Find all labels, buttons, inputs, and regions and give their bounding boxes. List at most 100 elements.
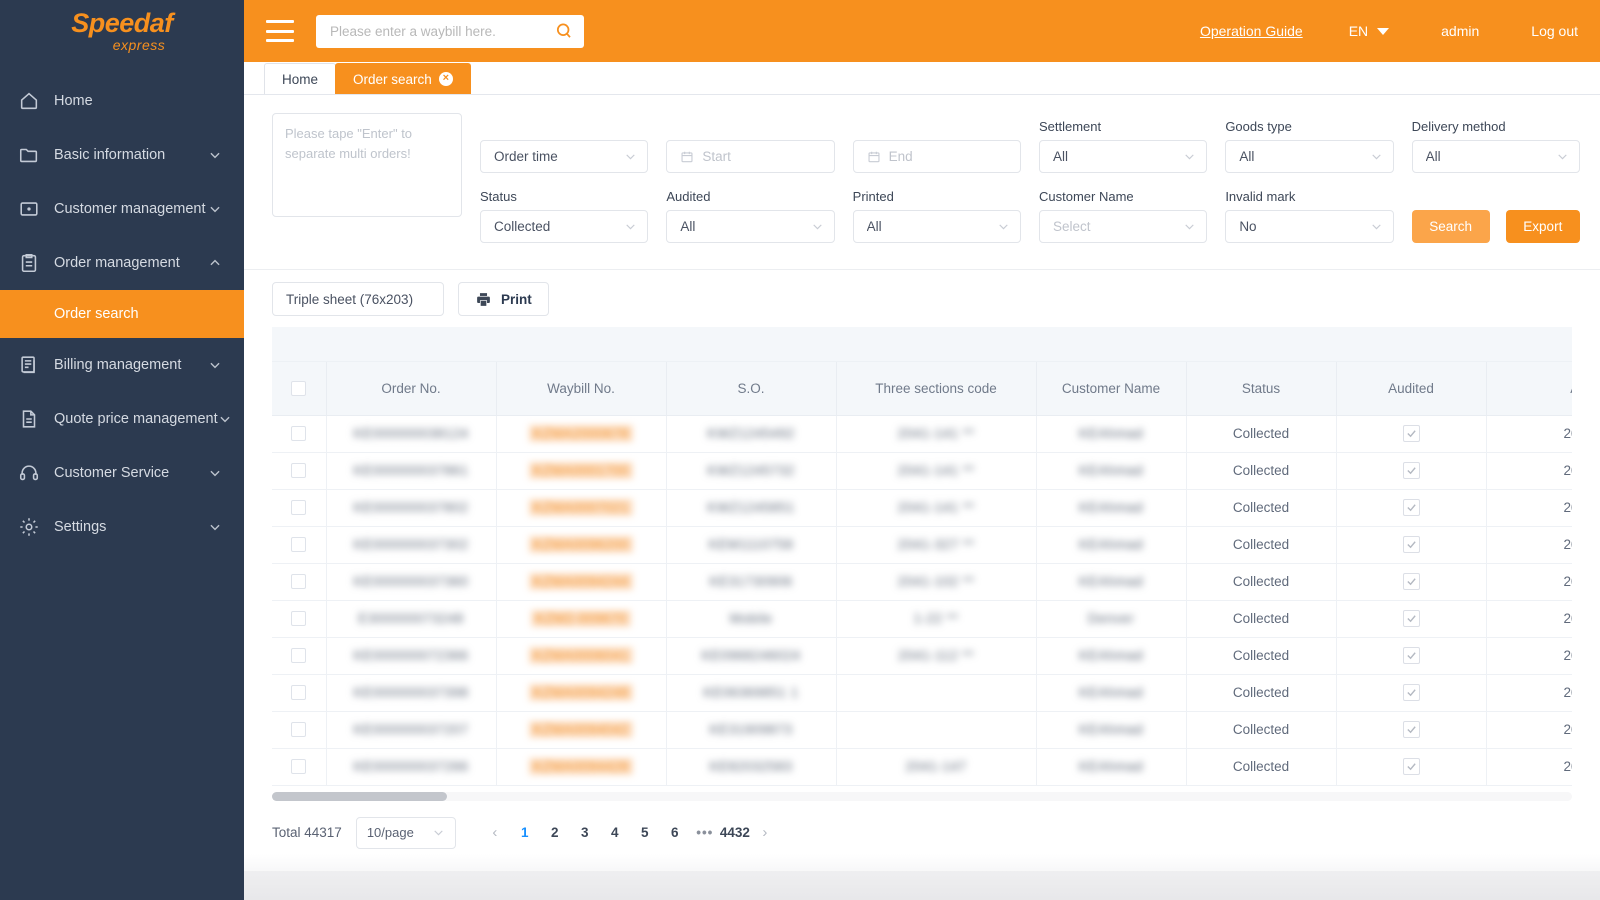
- waybill-no-value[interactable]: KZM2-009670: [531, 610, 631, 627]
- audited-checkbox[interactable]: [1402, 610, 1420, 627]
- audited-checkbox[interactable]: [1402, 758, 1420, 775]
- waybill-no-value[interactable]: KZMA2000678: [529, 425, 633, 442]
- search-input[interactable]: [330, 23, 554, 39]
- cell-audited[interactable]: [1336, 452, 1487, 490]
- page-ellipsis[interactable]: •••: [690, 818, 720, 848]
- sidebar-item-home[interactable]: Home: [0, 74, 244, 128]
- language-selector[interactable]: EN: [1349, 23, 1390, 39]
- cell-waybill-no[interactable]: KZMA0094042: [496, 711, 667, 749]
- scrollbar-thumb[interactable]: [272, 791, 447, 801]
- table-scroll-area[interactable]: Order No. Waybill No. S.O. Three section…: [272, 327, 1572, 786]
- cell-audited[interactable]: [1336, 600, 1487, 638]
- row-checkbox[interactable]: [291, 648, 307, 664]
- waybill-search-box[interactable]: [316, 14, 584, 48]
- row-select-cell[interactable]: [272, 452, 327, 490]
- audited-checkbox[interactable]: [1402, 462, 1420, 479]
- tab-home[interactable]: Home: [264, 63, 337, 94]
- user-name[interactable]: admin: [1441, 23, 1479, 39]
- column-header-audited[interactable]: Audited: [1336, 361, 1487, 416]
- export-button[interactable]: Export: [1505, 210, 1580, 243]
- operation-guide-link[interactable]: Operation Guide: [1200, 23, 1303, 39]
- sidebar-item-quote-price-management[interactable]: Quote price management: [0, 392, 244, 446]
- page-2-button[interactable]: 2: [540, 818, 570, 848]
- print-button[interactable]: Print: [458, 282, 549, 316]
- sidebar-item-billing-management[interactable]: Billing management: [0, 338, 244, 392]
- table-row[interactable]: KE000000037266 KZMA0094428 KE82032583 2041-…: [272, 748, 1572, 786]
- cell-waybill-no[interactable]: KZMA0006041: [496, 637, 667, 675]
- cell-waybill-no[interactable]: KZM2-009670: [496, 600, 667, 638]
- search-icon[interactable]: [554, 21, 574, 41]
- audited-checkbox[interactable]: [1402, 499, 1420, 516]
- table-row[interactable]: E300000073248 KZM2-009670 Mobile 1-22 ** Den…: [272, 600, 1572, 638]
- horizontal-scrollbar[interactable]: [272, 791, 1572, 801]
- row-checkbox[interactable]: [291, 537, 307, 553]
- waybill-no-value[interactable]: KZMA0096200: [529, 536, 633, 553]
- row-select-cell[interactable]: [272, 748, 327, 786]
- sidebar-item-basic-information[interactable]: Basic information: [0, 128, 244, 182]
- row-select-cell[interactable]: [272, 415, 327, 453]
- page-4-button[interactable]: 4: [600, 818, 630, 848]
- cell-audited[interactable]: [1336, 748, 1487, 786]
- waybill-no-value[interactable]: KZMA0094248: [529, 684, 633, 701]
- prev-page-button[interactable]: ‹: [480, 818, 510, 848]
- waybill-no-value[interactable]: KZMA0001700: [529, 462, 633, 479]
- table-row[interactable]: KE000000037360 KZMA0094244 KE31730906 2041-…: [272, 563, 1572, 601]
- audited-checkbox[interactable]: [1402, 573, 1420, 590]
- waybill-no-value[interactable]: KZMA0094042: [529, 721, 633, 738]
- page-5-button[interactable]: 5: [630, 818, 660, 848]
- row-checkbox[interactable]: [291, 759, 307, 775]
- cell-waybill-no[interactable]: KZMA0007021: [496, 489, 667, 527]
- multi-order-input[interactable]: Please tape "Enter" to separate multi or…: [272, 113, 462, 217]
- column-header-status[interactable]: Status: [1186, 361, 1337, 416]
- sheet-type-select[interactable]: Triple sheet (76x203): [272, 282, 444, 322]
- cell-waybill-no[interactable]: KZMA0094428: [496, 748, 667, 786]
- table-row[interactable]: KE000000038124 KZMA2000678 KWZ1245492 2041-…: [272, 415, 1572, 453]
- row-checkbox[interactable]: [291, 722, 307, 738]
- customer-name-select[interactable]: Select: [1038, 210, 1208, 243]
- sidebar-item-order-management[interactable]: Order management: [0, 236, 244, 290]
- printed-select[interactable]: All: [852, 210, 1021, 243]
- row-checkbox[interactable]: [291, 500, 307, 516]
- time-type-select[interactable]: Order time: [480, 140, 649, 173]
- row-checkbox[interactable]: [291, 574, 307, 590]
- last-page-button[interactable]: 4432: [720, 818, 750, 848]
- select-all-checkbox[interactable]: [291, 380, 307, 396]
- waybill-no-value[interactable]: KZMA0094244: [529, 573, 633, 590]
- table-row[interactable]: KE000000037802 KZMA0007021 KWZ1245851 2041-…: [272, 489, 1572, 527]
- next-page-button[interactable]: ›: [750, 818, 780, 848]
- row-select-cell[interactable]: [272, 674, 327, 712]
- sidebar-item-customer-management[interactable]: Customer management: [0, 182, 244, 236]
- cell-waybill-no[interactable]: KZMA2000678: [496, 415, 667, 453]
- table-row[interactable]: KE000000072366 KZMA0006041 KE0968246024 204…: [272, 637, 1572, 675]
- close-icon[interactable]: ×: [438, 72, 453, 86]
- row-select-cell[interactable]: [272, 600, 327, 638]
- tab-order-search[interactable]: Order search ×: [335, 63, 471, 94]
- cell-audited[interactable]: [1336, 415, 1487, 453]
- column-header-customer-name[interactable]: Customer Name: [1036, 361, 1187, 416]
- column-header-waybill-no[interactable]: Waybill No.: [496, 361, 667, 416]
- goods-type-select[interactable]: All: [1225, 140, 1394, 173]
- logout-button[interactable]: Log out: [1531, 23, 1578, 39]
- row-select-cell[interactable]: [272, 526, 327, 564]
- cell-audited[interactable]: [1336, 637, 1487, 675]
- row-select-cell[interactable]: [272, 563, 327, 601]
- cell-audited[interactable]: [1336, 711, 1487, 749]
- column-header-three-sections-code[interactable]: Three sections code: [836, 361, 1037, 416]
- table-row[interactable]: KE000000037302 KZMA0096200 KEM1110758 2041-…: [272, 526, 1572, 564]
- start-date-input[interactable]: Start: [666, 140, 835, 173]
- sidebar-item-settings[interactable]: Settings: [0, 500, 244, 554]
- invalid-mark-select[interactable]: No: [1225, 210, 1394, 243]
- select-all-header[interactable]: [272, 361, 327, 416]
- sidebar-item-customer-service[interactable]: Customer Service: [0, 446, 244, 500]
- audited-checkbox[interactable]: [1402, 536, 1420, 553]
- audited-checkbox[interactable]: [1402, 721, 1420, 738]
- row-checkbox[interactable]: [291, 426, 307, 442]
- row-select-cell[interactable]: [272, 637, 327, 675]
- sidebar-item-order-search[interactable]: Order search: [0, 290, 244, 338]
- cell-waybill-no[interactable]: KZMA0094244: [496, 563, 667, 601]
- status-select[interactable]: Collected: [480, 210, 649, 243]
- delivery-method-select[interactable]: All: [1411, 140, 1580, 173]
- audited-checkbox[interactable]: [1402, 684, 1420, 701]
- row-checkbox[interactable]: [291, 611, 307, 627]
- row-checkbox[interactable]: [291, 463, 307, 479]
